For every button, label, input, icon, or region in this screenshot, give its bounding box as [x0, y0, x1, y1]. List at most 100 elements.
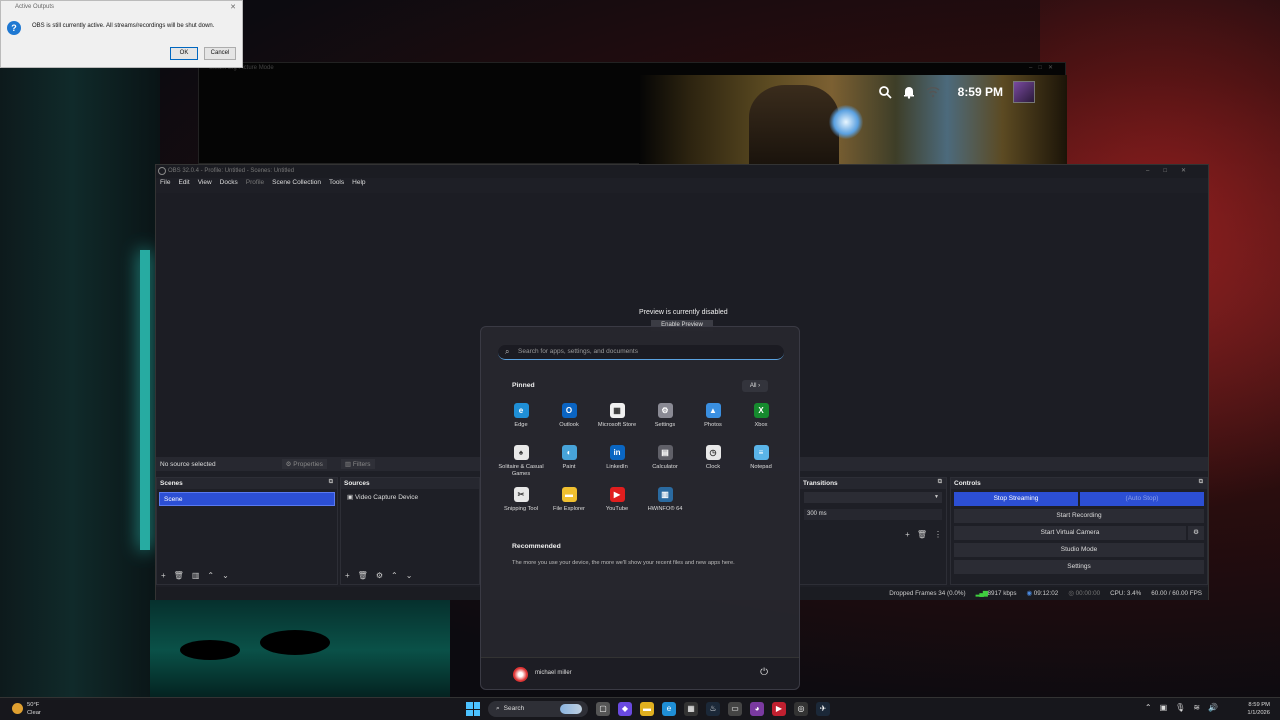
- app-icon: e: [513, 403, 529, 418]
- pinned-app-snipping-tool[interactable]: ✂ Snipping Tool: [497, 487, 545, 521]
- obs-window-controls[interactable]: –□✕: [1146, 167, 1200, 174]
- stop-streaming-button[interactable]: Stop Streaming: [954, 492, 1078, 506]
- pinned-app-calculator[interactable]: ▤ Calculator: [641, 445, 689, 479]
- app-icon: ▤: [657, 445, 673, 460]
- menu-tools[interactable]: Tools: [329, 179, 344, 191]
- more-icon[interactable]: ⋮: [934, 530, 942, 539]
- pip-clock: 8:59 PM: [957, 85, 1003, 99]
- pinned-app-edge[interactable]: e Edge: [497, 403, 545, 437]
- studio-mode-button[interactable]: Studio Mode: [954, 543, 1204, 557]
- popout-icon[interactable]: ⧉: [938, 479, 942, 486]
- list-item[interactable]: ▣ Video Capture Device: [341, 493, 479, 501]
- start-search-input[interactable]: ⌕ Search for apps, settings, and documen…: [498, 345, 784, 360]
- microphone-icon[interactable]: 🎙: [1175, 703, 1185, 712]
- menu-file[interactable]: File: [160, 179, 170, 191]
- chevron-down-icon[interactable]: ⌄: [406, 571, 413, 580]
- pinned-app-xbox[interactable]: X Xbox: [737, 403, 785, 437]
- edge-icon[interactable]: e: [662, 702, 676, 716]
- windows-start-icon[interactable]: [466, 702, 480, 716]
- cancel-button[interactable]: Cancel: [204, 47, 236, 60]
- pinned-app-clock[interactable]: ◷ Clock: [689, 445, 737, 479]
- user-name[interactable]: michael miller: [535, 670, 572, 676]
- all-apps-button[interactable]: All ›: [742, 380, 768, 392]
- media-icon[interactable]: ▶: [772, 702, 786, 716]
- pinned-app-youtube[interactable]: ▶ YouTube: [593, 487, 641, 521]
- pinned-app-file-explorer[interactable]: ▬ File Explorer: [545, 487, 593, 521]
- chevron-up-icon[interactable]: ⌃: [207, 571, 214, 580]
- taskbar-search-label: Search: [503, 705, 525, 712]
- trash-icon[interactable]: 🗑: [358, 571, 368, 580]
- task-view-icon[interactable]: ▢: [596, 702, 610, 716]
- duration-field[interactable]: 300 ms: [804, 509, 942, 520]
- settings-button[interactable]: Settings: [954, 560, 1204, 574]
- taskbar-clock[interactable]: 8:59 PM 1/1/2026: [1247, 701, 1270, 717]
- taskbar-search[interactable]: ⌕ Search: [488, 701, 588, 717]
- filter-icon[interactable]: ▥: [192, 571, 200, 580]
- add-icon[interactable]: +: [161, 571, 166, 580]
- volume-icon[interactable]: 🔊: [1208, 703, 1218, 712]
- weather-widget[interactable]: 50°F Clear: [12, 701, 41, 717]
- app-icon[interactable]: ▭: [728, 702, 742, 716]
- app-label: File Explorer: [553, 506, 585, 512]
- menu-scene-collection[interactable]: Scene Collection: [272, 179, 321, 191]
- chevron-down-icon: ▼: [934, 494, 939, 500]
- properties-button[interactable]: ⚙ Properties: [281, 459, 327, 469]
- close-icon[interactable]: ✕: [230, 3, 236, 11]
- trash-icon[interactable]: 🗑: [174, 571, 184, 580]
- search-icon[interactable]: [878, 85, 892, 99]
- menu-profile[interactable]: Profile: [246, 179, 264, 191]
- ok-button[interactable]: OK: [170, 47, 198, 60]
- pip-window-controls[interactable]: –□✕: [1029, 64, 1059, 71]
- steam-icon[interactable]: ♨: [706, 702, 720, 716]
- system-tray: ⌃ ▣ 🎙 ≋ 🔊: [1145, 703, 1218, 712]
- avatar[interactable]: [1013, 81, 1035, 103]
- pinned-app-hwinfo-64[interactable]: ▥ HWiNFO® 64: [641, 487, 689, 521]
- gear-icon[interactable]: ⚙: [376, 571, 383, 580]
- pinned-app-linkedin[interactable]: in LinkedIn: [593, 445, 641, 479]
- store-icon[interactable]: ▦: [684, 702, 698, 716]
- taskbar-center: ⌕ Search ▢ ◆ ▬ e ▦ ♨ ▭ ◕ ▶ ◎ ✈: [466, 701, 830, 717]
- add-icon[interactable]: +: [905, 530, 910, 539]
- list-item[interactable]: Scene: [159, 492, 335, 506]
- wifi-icon[interactable]: ≋: [1193, 703, 1200, 712]
- chevron-up-icon[interactable]: ⌃: [391, 571, 398, 580]
- chevron-down-icon[interactable]: ⌄: [222, 571, 229, 580]
- popout-icon[interactable]: ⧉: [329, 479, 333, 486]
- app-icon: O: [561, 403, 577, 418]
- auto-stop-button[interactable]: (Auto Stop): [1080, 492, 1204, 506]
- pinned-app-settings[interactable]: ⚙ Settings: [641, 403, 689, 437]
- discord-icon[interactable]: ◕: [750, 702, 764, 716]
- steam-hud: 8:59 PM: [878, 81, 1035, 103]
- menu-help[interactable]: Help: [352, 179, 365, 191]
- trash-icon[interactable]: 🗑: [917, 530, 927, 539]
- pinned-app-photos[interactable]: ▲ Photos: [689, 403, 737, 437]
- obs-icon[interactable]: ◎: [794, 702, 808, 716]
- steam-icon[interactable]: ✈: [816, 702, 830, 716]
- add-icon[interactable]: +: [345, 571, 350, 580]
- copilot-icon[interactable]: ◆: [618, 702, 632, 716]
- power-icon[interactable]: ⏻: [760, 667, 768, 678]
- app-label: HWiNFO® 64: [647, 506, 683, 512]
- pinned-app-microsoft-store[interactable]: ▦ Microsoft Store: [593, 403, 641, 437]
- gear-icon[interactable]: ⚙: [1188, 526, 1204, 540]
- filters-button[interactable]: ▥ Filters: [340, 459, 375, 469]
- pinned-app-notepad[interactable]: ≡ Notepad: [737, 445, 785, 479]
- menu-docks[interactable]: Docks: [220, 179, 238, 191]
- pinned-app-outlook[interactable]: O Outlook: [545, 403, 593, 437]
- app-icon: ⚙: [657, 403, 673, 418]
- pinned-app-paint[interactable]: ◐ Paint: [545, 445, 593, 479]
- menu-edit[interactable]: Edit: [178, 179, 189, 191]
- menu-view[interactable]: View: [198, 179, 212, 191]
- bitrate: ▂▄▆ 8917 kbps: [976, 590, 1017, 597]
- chevron-up-icon[interactable]: ⌃: [1145, 703, 1152, 712]
- avatar[interactable]: [513, 667, 528, 682]
- tray-app-icon[interactable]: ▣: [1160, 703, 1168, 712]
- file-explorer-icon[interactable]: ▬: [640, 702, 654, 716]
- popout-icon[interactable]: ⧉: [1199, 479, 1203, 486]
- steam-pip-window[interactable]: Steam Big Picture Mode –□✕ 8:59 PM: [198, 62, 1067, 165]
- start-recording-button[interactable]: Start Recording: [954, 509, 1204, 523]
- bell-icon[interactable]: [902, 85, 916, 99]
- pinned-app-solitaire-casual-games[interactable]: ♠ Solitaire & Casual Games: [497, 445, 545, 479]
- transition-select[interactable]: ▼: [804, 492, 942, 503]
- start-virtual-camera-button[interactable]: Start Virtual Camera: [954, 526, 1186, 540]
